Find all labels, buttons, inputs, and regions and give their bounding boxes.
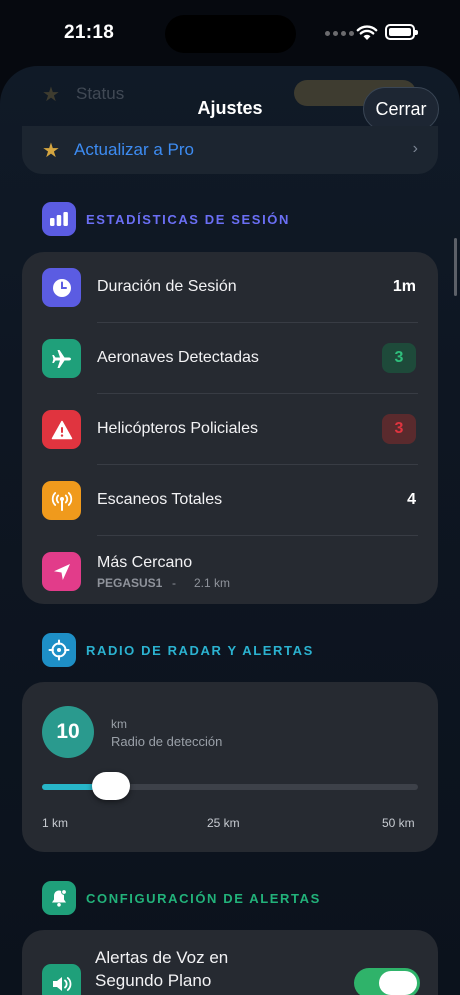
voice-alerts-toggle[interactable]	[354, 968, 420, 995]
row-label: Más Cercano	[97, 554, 193, 571]
session-stats-card: Duración de Sesión 1m Aeronaves Detectad…	[22, 252, 438, 604]
session-duration-value: 1m	[392, 278, 416, 295]
voice-alerts-label-line2: Segundo Plano	[95, 971, 212, 990]
section-title: ESTADÍSTICAS DE SESIÓN	[86, 211, 290, 227]
settings-sheet: ★ Status Ajustes Cerrar ★ Actualizar a P…	[0, 66, 460, 995]
radius-value-circle: 10	[42, 706, 94, 758]
row-label: Escaneos Totales	[97, 491, 223, 508]
row-label: Helicópteros Policiales	[97, 420, 258, 437]
dynamic-island	[165, 15, 296, 53]
police-helicopter-count-badge: 3	[382, 414, 416, 444]
radius-unit: km	[111, 717, 127, 731]
list-item: Escaneos Totales 4	[22, 465, 438, 536]
airplane-icon	[42, 339, 81, 378]
voice-alerts-label: Alertas de Voz en Segundo Plano	[95, 946, 325, 992]
list-item: Duración de Sesión 1m	[22, 252, 438, 323]
section-title: RADIO DE RADAR Y ALERTAS	[86, 642, 314, 658]
battery-icon	[385, 24, 418, 40]
warning-icon	[42, 410, 81, 449]
row-label: Aeronaves Detectadas	[97, 349, 259, 366]
section-header-session-stats: ESTADÍSTICAS DE SESIÓN	[42, 202, 290, 236]
slider-min-label: 1 km	[42, 816, 69, 830]
radius-slider[interactable]	[42, 772, 418, 800]
section-header-radar: RADIO DE RADAR Y ALERTAS	[42, 633, 314, 667]
wifi-icon	[356, 25, 378, 40]
closest-aircraft-name: PEGASUS1	[97, 576, 163, 590]
list-item: Más Cercano PEGASUS1 - 2.1 km	[22, 536, 438, 607]
toggle-knob	[379, 971, 417, 995]
list-item: Aeronaves Detectadas 3	[22, 323, 438, 394]
close-button[interactable]: Cerrar	[363, 87, 439, 131]
slider-max-label: 50 km	[382, 816, 415, 830]
voice-alerts-label-line1: Alertas de Voz en	[95, 948, 229, 967]
location-arrow-icon	[42, 552, 81, 591]
upgrade-label: Actualizar a Pro	[74, 140, 194, 159]
speaker-icon	[42, 964, 81, 995]
bell-icon	[42, 881, 76, 915]
cellular-signal-icon	[325, 31, 354, 36]
radar-radius-card: 10 km Radio de detección 1 km 25 km 50 k…	[22, 682, 438, 852]
slider-mid-label: 25 km	[207, 816, 240, 830]
row-label: Duración de Sesión	[97, 278, 237, 295]
crosshair-icon	[42, 633, 76, 667]
total-scans-value: 4	[407, 491, 416, 508]
chart-bars-icon	[42, 202, 76, 236]
chevron-right-icon: ›	[412, 140, 418, 157]
section-title: CONFIGURACIÓN DE ALERTAS	[86, 890, 321, 906]
section-header-alerts: CONFIGURACIÓN DE ALERTAS	[42, 881, 321, 915]
slider-thumb[interactable]	[92, 772, 131, 800]
star-icon: ★	[42, 140, 60, 162]
closest-aircraft-distance: 2.1 km	[194, 576, 231, 590]
aircraft-count-badge: 3	[382, 343, 416, 373]
scroll-indicator[interactable]	[454, 238, 457, 296]
upgrade-to-pro-row[interactable]: ★ Actualizar a Pro ›	[22, 126, 438, 174]
antenna-icon	[42, 481, 81, 520]
radius-description: Radio de detección	[111, 734, 223, 749]
clock-icon	[42, 268, 81, 307]
separator: -	[172, 576, 176, 590]
alerts-card: Alertas de Voz en Segundo Plano	[22, 930, 438, 995]
list-item: Helicópteros Policiales 3	[22, 394, 438, 465]
status-bar: 21:18	[0, 0, 460, 62]
status-time: 21:18	[64, 22, 115, 43]
